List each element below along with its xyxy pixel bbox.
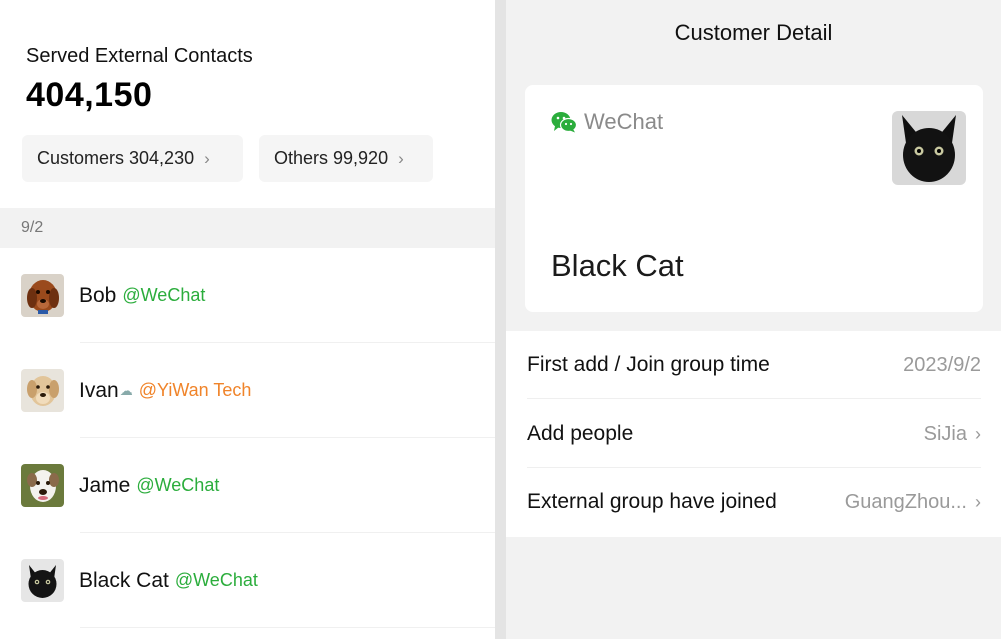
external-groups-row[interactable]: External group have joined GuangZhou... … bbox=[527, 468, 981, 536]
avatar bbox=[21, 464, 64, 507]
contact-tag: @WeChat bbox=[136, 475, 220, 495]
row-divider bbox=[527, 398, 981, 399]
customer-name: Black Cat bbox=[551, 248, 684, 283]
add-people-value: SiJia bbox=[923, 422, 967, 445]
avatar bbox=[21, 559, 64, 602]
cat-photo-icon bbox=[892, 111, 966, 185]
customer-detail-panel: Customer Detail WeChat Black Cat First a… bbox=[506, 0, 1001, 639]
contact-tag: @WeChat bbox=[174, 570, 258, 590]
dog-photo-icon bbox=[21, 369, 64, 412]
chevron-right-icon: › bbox=[204, 148, 210, 168]
date-label: 9/2 bbox=[21, 219, 44, 236]
others-filter-label: Others 99,920 bbox=[274, 148, 389, 168]
contact-tag: @WeChat bbox=[122, 285, 206, 305]
cat-photo-icon bbox=[21, 559, 64, 602]
others-filter-button[interactable]: Others 99,920 › bbox=[259, 135, 433, 182]
row-label: First add / Join group time bbox=[527, 353, 770, 376]
row-divider bbox=[80, 627, 495, 628]
customers-filter-button[interactable]: Customers 304,230 › bbox=[22, 135, 243, 182]
first-add-time-row: First add / Join group time 2023/9/2 bbox=[527, 331, 981, 399]
dog-photo-icon bbox=[21, 464, 64, 507]
date-section-header: 9/2 bbox=[0, 208, 495, 248]
stat-total: 404,150 bbox=[26, 76, 153, 114]
contact-row-black-cat[interactable]: Black Cat @WeChat bbox=[0, 533, 495, 628]
external-groups-value: GuangZhou... bbox=[844, 490, 967, 513]
contact-name: Bob bbox=[79, 283, 117, 307]
contact-name: Black Cat bbox=[79, 568, 169, 592]
customer-avatar[interactable] bbox=[892, 111, 966, 185]
row-label: Add people bbox=[527, 422, 634, 445]
chevron-right-icon: › bbox=[975, 423, 981, 444]
page-title: Customer Detail bbox=[674, 20, 833, 45]
chevron-right-icon: › bbox=[975, 491, 981, 512]
source-badge: WeChat bbox=[551, 109, 663, 135]
source-label: WeChat bbox=[584, 109, 664, 134]
row-value: 2023/9/2 bbox=[903, 354, 981, 377]
add-people-row[interactable]: Add people SiJia › bbox=[527, 400, 981, 468]
contacts-panel: Served External Contacts 404,150 Custome… bbox=[0, 0, 495, 639]
row-value: GuangZhou... › bbox=[845, 491, 981, 514]
chevron-right-icon: › bbox=[398, 148, 404, 168]
row-label: External group have joined bbox=[527, 490, 777, 513]
cloud-emoji-icon: ☁ bbox=[119, 382, 133, 398]
stat-title: Served External Contacts bbox=[26, 45, 253, 67]
dog-photo-icon bbox=[21, 274, 64, 317]
contact-name: Ivan bbox=[79, 378, 119, 402]
contact-row-ivan[interactable]: Ivan ☁ @YiWan Tech bbox=[0, 343, 495, 438]
first-add-time-value: 2023/9/2 bbox=[903, 353, 981, 376]
contact-row-jame[interactable]: Jame @WeChat bbox=[0, 438, 495, 533]
contact-tag: @YiWan Tech bbox=[138, 380, 252, 400]
panel-splitter[interactable] bbox=[495, 0, 506, 639]
contact-name: Jame bbox=[79, 473, 131, 497]
avatar bbox=[21, 274, 64, 317]
detail-info-list: First add / Join group time 2023/9/2 Add… bbox=[506, 331, 1001, 537]
avatar bbox=[21, 369, 64, 412]
row-value: SiJia › bbox=[924, 423, 981, 446]
contact-row-bob[interactable]: Bob @WeChat bbox=[0, 248, 495, 343]
customer-card: WeChat Black Cat bbox=[525, 85, 983, 312]
customers-filter-label: Customers 304,230 bbox=[37, 148, 195, 168]
wechat-icon bbox=[551, 111, 577, 133]
